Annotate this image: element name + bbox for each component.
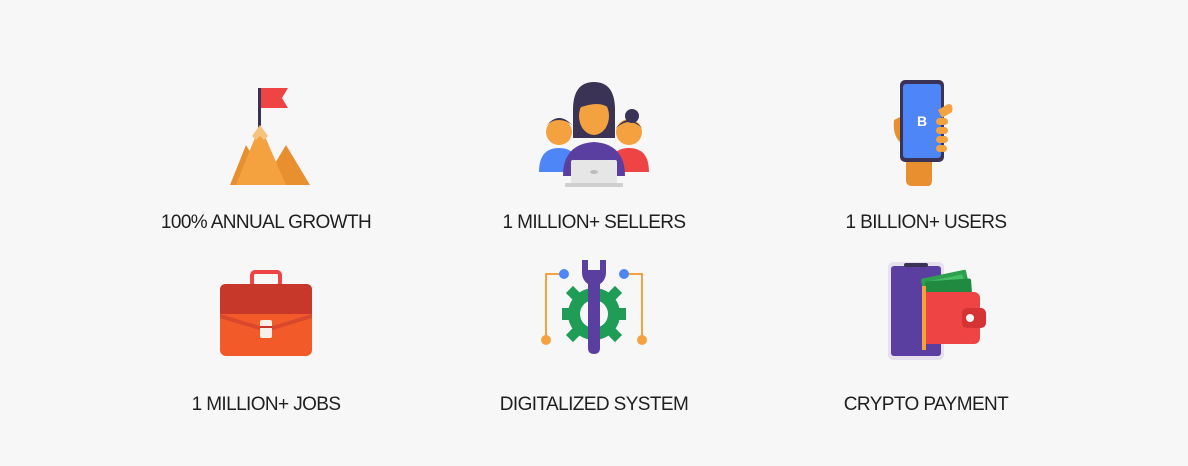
feature-digitalized-system: DIGITALIZED SYSTEM [444,258,744,428]
wrench-gear-icon [541,260,647,354]
feature-label: 1 MILLION+ SELLERS [502,212,687,233]
feature-users: B 1 BILLION+ USERS [776,80,1076,240]
feature-annual-growth: 100% ANNUAL GROWTH [116,80,416,240]
feature-jobs: 1 MILLION+ JOBS [116,268,416,428]
mountain-flag-icon [230,88,310,185]
feature-sellers: 1 MILLION+ SELLERS [444,80,744,240]
briefcase-icon [220,270,312,356]
feature-label: 1 MILLION+ JOBS [191,394,341,415]
features-grid: 100% ANNUAL GROWTH 1 MILLION+ SELLERS B … [0,0,1188,466]
feature-crypto-payment: CRYPTO PAYMENT [776,262,1076,428]
phone-letter: B [917,113,927,129]
phone-in-hand-icon: B [893,80,953,186]
feature-label: DIGITALIZED SYSTEM [499,394,689,415]
feature-label: CRYPTO PAYMENT [843,394,1009,415]
phone-wallet-icon [888,262,986,360]
feature-label: 100% ANNUAL GROWTH [160,212,372,233]
feature-label: 1 BILLION+ USERS [845,212,1008,233]
sellers-group-icon [539,82,649,187]
